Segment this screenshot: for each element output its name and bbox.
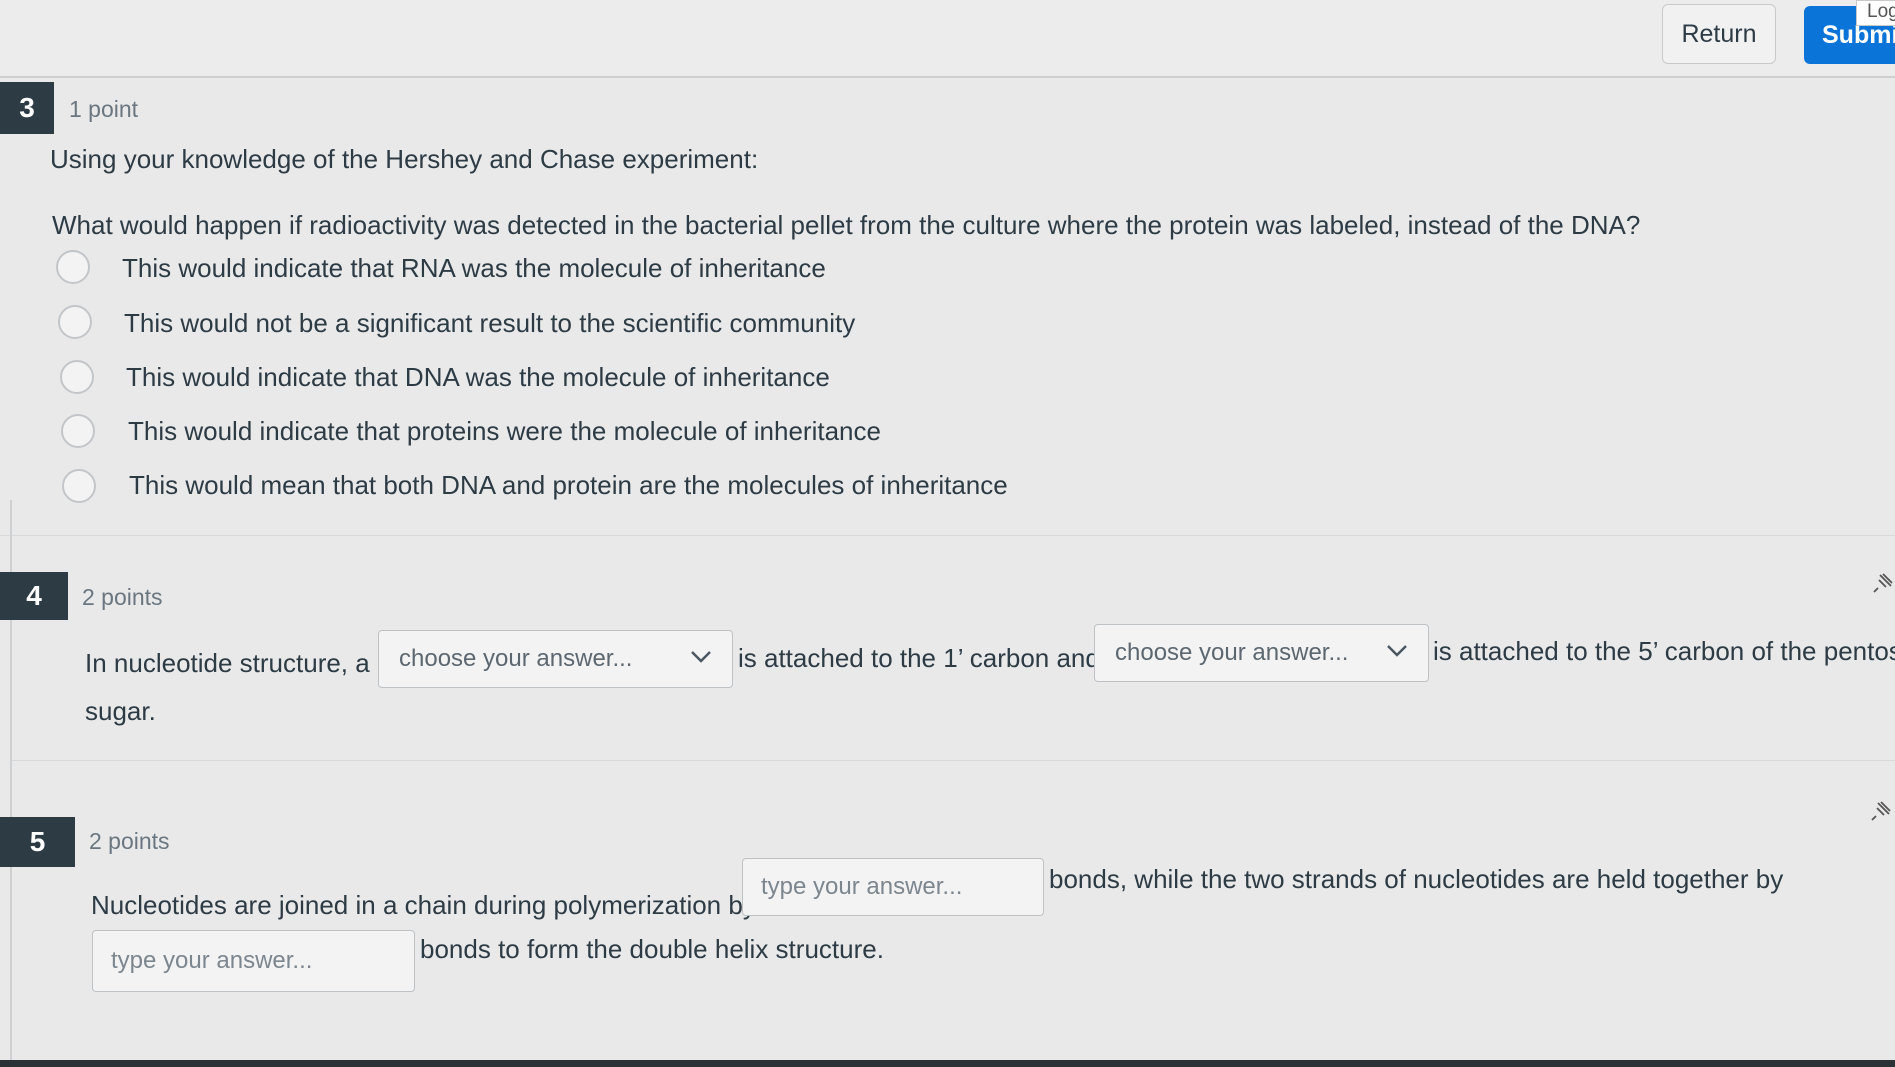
question-text: is attached to the 5’ carbon of the pent… [1433, 636, 1895, 666]
chevron-down-icon [1387, 645, 1407, 657]
answer-option-label[interactable]: This would indicate that proteins were t… [128, 416, 881, 447]
pin-icon[interactable] [1872, 572, 1894, 594]
answer-radio[interactable] [56, 250, 90, 284]
top-bar [0, 0, 1895, 78]
chevron-down-icon [691, 651, 711, 663]
question-divider [12, 760, 1895, 761]
question-text: bonds, while the two strands of nucleoti… [1049, 864, 1784, 894]
question-divider [0, 535, 1895, 536]
dropdown-placeholder: choose your answer... [1115, 639, 1349, 666]
return-button[interactable]: Return [1662, 4, 1776, 64]
question-text: sugar. [85, 696, 156, 726]
question-points: 1 point [69, 96, 139, 122]
question-number-badge: 3 [0, 82, 54, 134]
answer-option-label[interactable]: This would indicate that DNA was the mol… [126, 362, 830, 393]
answer-option-label[interactable]: This would indicate that RNA was the mol… [122, 253, 826, 284]
answer-dropdown[interactable]: choose your answer... [1094, 624, 1429, 682]
question-number-badge: 5 [0, 817, 75, 867]
pin-icon[interactable] [1870, 800, 1892, 822]
question-text: Nucleotides are joined in a chain during… [91, 890, 756, 920]
question-text: bonds to form the double helix structure… [420, 934, 884, 964]
answer-option-label[interactable]: This would mean that both DNA and protei… [129, 470, 1008, 501]
question-text: is attached to the 1’ carbon and a [738, 643, 1122, 673]
question-points: 2 points [82, 584, 163, 610]
answer-option-label[interactable]: This would not be a significant result t… [124, 308, 855, 339]
question-intro: Using your knowledge of the Hershey and … [50, 144, 759, 174]
answer-dropdown[interactable]: choose your answer... [378, 630, 733, 688]
question-text: In nucleotide structure, a [85, 648, 370, 678]
bottom-edge [0, 1060, 1895, 1067]
answer-text-field[interactable] [92, 930, 415, 992]
question-prompt: What would happen if radioactivity was d… [52, 210, 1641, 240]
dropdown-placeholder: choose your answer... [399, 645, 633, 672]
answer-radio[interactable] [62, 469, 96, 503]
answer-text-field[interactable] [742, 858, 1044, 916]
question-points: 2 points [89, 828, 170, 854]
answer-radio[interactable] [60, 360, 94, 394]
answer-radio[interactable] [61, 414, 95, 448]
answer-radio[interactable] [58, 305, 92, 339]
log-link[interactable]: Log [1856, 0, 1895, 26]
question-number-badge: 4 [0, 572, 68, 620]
